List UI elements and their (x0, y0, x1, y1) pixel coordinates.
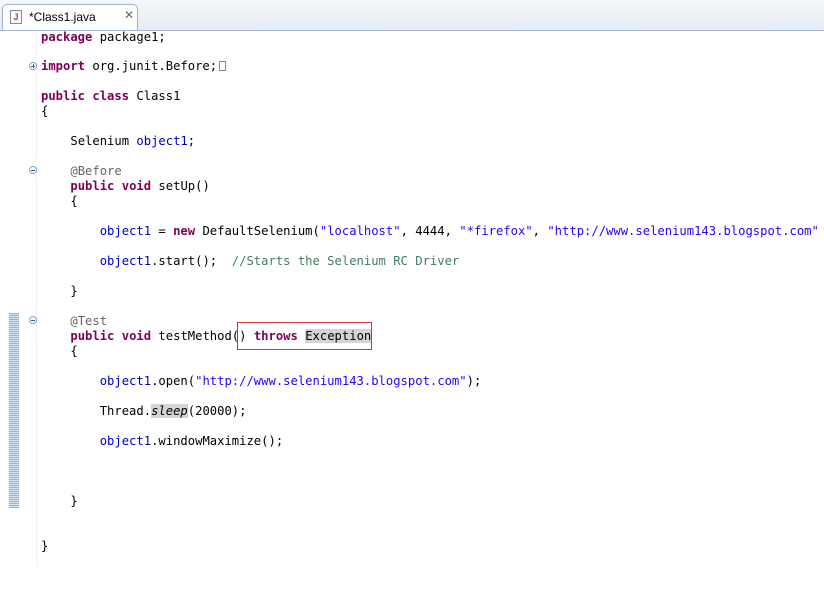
code-line-open-call: object1.open("http://www.selenium143.blo… (99, 374, 482, 388)
fold-collapse-icon[interactable] (29, 166, 37, 174)
change-indicator-bar (9, 313, 19, 508)
code-line-sleep-call: Thread.sleep(20000); (99, 404, 247, 418)
code-line-setup-open-brace: { (70, 194, 78, 208)
editor-left-ruler (0, 31, 8, 566)
java-file-icon: J (10, 10, 22, 24)
exception-type: Exception (305, 329, 372, 343)
code-line-maximize-call: object1.windowMaximize(); (99, 434, 284, 448)
code-line-class-decl: public class Class1 (41, 89, 181, 103)
code-line-class-open-brace: { (41, 104, 49, 118)
gutter-divider (36, 31, 37, 566)
tab-class1-java[interactable]: J *Class1.java ✕ (2, 4, 138, 30)
code-line-field-decl: Selenium object1; (70, 134, 196, 148)
code-line-class-close-brace: } (41, 539, 49, 553)
tab-title: *Class1.java (29, 10, 96, 24)
editor-tab-bar: J *Class1.java ✕ (0, 0, 824, 31)
fold-collapse-icon[interactable] (29, 316, 37, 324)
code-text[interactable]: package package1; import org.junit.Befor… (41, 30, 824, 616)
code-line-import: import org.junit.Before; (41, 59, 227, 74)
code-line-setup-close-brace: } (70, 284, 78, 298)
code-line-setup-decl: public void setUp() (70, 179, 210, 193)
close-icon[interactable]: ✕ (123, 9, 135, 21)
code-line-testmethod-close-brace: } (70, 494, 78, 508)
code-line-testmethod-decl: public void testMethod() throws Exceptio… (70, 329, 372, 343)
code-line-start-call: object1.start(); //Starts the Selenium R… (99, 254, 460, 268)
code-editor[interactable]: package package1; import org.junit.Befor… (0, 30, 824, 566)
folded-imports-icon[interactable] (219, 61, 227, 71)
throws-keyword: throws (253, 329, 298, 343)
code-line-annotation-before: @Before (70, 164, 122, 178)
code-line-constructor: object1 = new DefaultSelenium("localhost… (99, 224, 819, 238)
fold-expand-icon[interactable] (29, 62, 37, 70)
code-line-package: package package1; (41, 30, 166, 44)
code-line-testmethod-open-brace: { (70, 344, 78, 358)
code-line-annotation-test: @Test (70, 314, 108, 328)
